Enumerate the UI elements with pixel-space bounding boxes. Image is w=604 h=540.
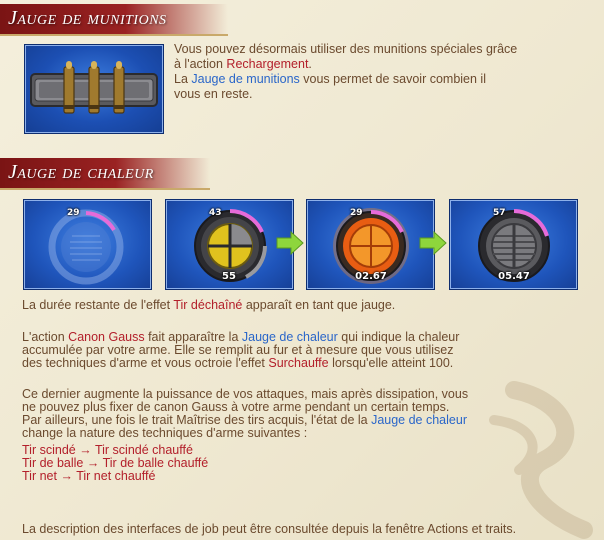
ammo-line-3-text: La [174, 72, 192, 86]
ammo-line-3-end: vous permet de savoir combien il [299, 72, 486, 86]
ammo-gauge-image [24, 44, 164, 134]
heat-p2-line-3: des techniques d'arme et vous octroie l'… [22, 357, 592, 370]
arrow-icon: → [79, 443, 92, 457]
gauge-2-timer: 55 [222, 271, 236, 282]
gauge-3-value: 29 [350, 208, 363, 218]
text: Par ailleurs, une fois le trait Maîtrise… [22, 413, 372, 427]
ammo-line-2-text: à l'action [174, 57, 227, 71]
heat-gauge-panel-empty: 29 [23, 199, 152, 290]
ammo-line-4: vous en reste. [174, 87, 253, 101]
gauge-4-timer: 05.47 [498, 271, 530, 282]
gauge-3-timer: 02.67 [355, 271, 387, 282]
heat-paragraph-1: La durée restante de l'effet Tir déchaîn… [22, 299, 592, 312]
heat-paragraph-2: L'action Canon Gauss fait apparaître la … [22, 331, 592, 370]
section-header-heat: Jauge de chaleur [0, 158, 210, 190]
section-header-ammo: Jauge de munitions [0, 4, 228, 36]
heat-gauge-panel-overheat: 29 02.67 [306, 199, 435, 290]
section-title-ammo: Jauge de munitions [8, 7, 167, 29]
footer-note: La description des interfaces de job peu… [22, 522, 517, 536]
keyword-jauge-munitions: Jauge de munitions [191, 72, 300, 86]
arrow-right-icon [419, 230, 447, 256]
weaponskill-to: Tir scindé chauffé [94, 443, 193, 457]
ammo-line-1: Vous pouvez désormais utiliser des munit… [174, 42, 518, 56]
text: fait apparaître la [144, 330, 242, 344]
keyword-jauge-chaleur: Jauge de chaleur [371, 413, 467, 427]
keyword-surchauffe: Surchauffe [268, 356, 329, 370]
weaponskill-to: Tir net chauffé [76, 469, 156, 483]
ammo-description: Vous pouvez désormais utiliser des munit… [174, 42, 584, 102]
list-item: Tir net → Tir net chauffé [22, 470, 208, 483]
weaponskill-from: Tir scindé [22, 443, 76, 457]
heat-p3-line-4: change la nature des techniques d'arme s… [22, 426, 308, 440]
weaponskill-list: Tir scindé → Tir scindé chauffé Tir de b… [22, 444, 208, 483]
text: apparaît en tant que jauge. [242, 298, 396, 312]
arrow-icon: → [60, 469, 73, 483]
heat-paragraph-3: Ce dernier augmente la puissance de vos … [22, 388, 592, 440]
ammo-line-3: La Jauge de munitions vous permet de sav… [174, 72, 584, 87]
heat-gauge-faded-icon [48, 209, 124, 285]
section-title-heat: Jauge de chaleur [8, 161, 154, 183]
text: lorsqu'elle atteint 100. [328, 356, 454, 370]
weaponskill-to: Tir de balle chauffé [102, 456, 209, 470]
text: L'action [22, 330, 69, 344]
keyword-canon-gauss: Canon Gauss [68, 330, 145, 344]
text: qui indique la chaleur [337, 330, 460, 344]
text: La durée restante de l'effet [22, 298, 174, 312]
keyword-tir-dechaine: Tir déchaîné [173, 298, 243, 312]
weaponskill-from: Tir de balle [22, 456, 84, 470]
ammo-gauge-icon [30, 61, 158, 114]
heat-gauge-panel-cooldown: 57 05.47 [449, 199, 578, 290]
arrow-right-icon [276, 230, 304, 256]
keyword-jauge-chaleur: Jauge de chaleur [241, 330, 338, 344]
text: des techniques d'arme et vous octroie l'… [22, 356, 269, 370]
weaponskill-from: Tir net [22, 469, 57, 483]
keyword-rechargement: Rechargement [226, 57, 309, 71]
gauge-2-value: 43 [209, 208, 222, 218]
gauge-4-value: 57 [493, 208, 506, 218]
gauge-1-value: 29 [67, 208, 80, 218]
arrow-icon: → [86, 456, 100, 470]
ammo-line-2: à l'action Rechargement. [174, 57, 584, 72]
ammo-line-2-end: . [308, 57, 312, 71]
